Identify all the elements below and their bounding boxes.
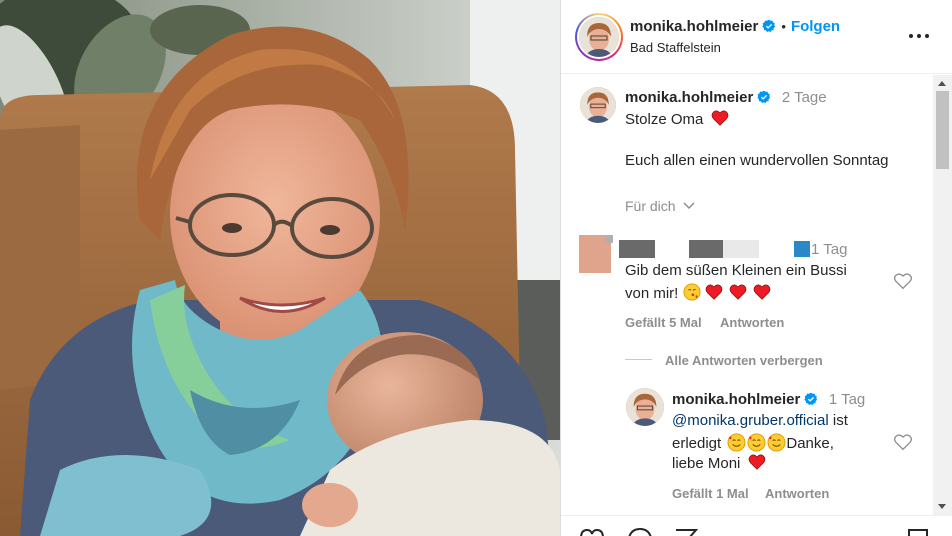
verified-badge-icon <box>762 19 776 32</box>
header-name-row: monika.hohlmeier • Folgen <box>630 18 840 36</box>
reply-reply-button[interactable]: Antworten <box>765 486 829 501</box>
scrollbar-thumb[interactable] <box>936 91 949 169</box>
more-options-icon[interactable] <box>907 26 931 46</box>
kissing-face-emoji-icon <box>682 283 701 301</box>
comment-likes[interactable]: Gefällt 5 Mal <box>625 315 702 330</box>
red-heart-icon <box>711 110 728 126</box>
caption-username[interactable]: monika.hohlmeier <box>625 89 753 106</box>
reply-username[interactable]: monika.hohlmeier <box>672 391 800 408</box>
caption-time[interactable]: 2 Tage <box>782 89 827 106</box>
comment-icon[interactable] <box>627 528 653 536</box>
header-username[interactable]: monika.hohlmeier <box>630 18 758 35</box>
share-icon[interactable] <box>673 528 699 536</box>
follow-button[interactable]: Folgen <box>791 18 840 35</box>
reply-header: monika.hohlmeier 1 Tag <box>672 391 865 409</box>
hide-replies-toggle[interactable]: Alle Antworten verbergen <box>665 353 823 368</box>
post-photo-illustration <box>0 0 560 536</box>
save-bookmark-icon[interactable] <box>907 528 929 536</box>
caption-line-1: Stolze Oma <box>625 110 729 128</box>
smiling-hearts-emoji-icon <box>727 433 746 452</box>
reply-time[interactable]: 1 Tag <box>829 391 865 408</box>
comments-scroll-area[interactable]: monika.hohlmeier 2 Tage Stolze Oma Euch … <box>561 75 933 515</box>
comment-text-line-2: von mir! <box>625 283 771 302</box>
story-ring[interactable] <box>575 13 623 61</box>
comment-reply-button[interactable]: Antworten <box>720 315 784 330</box>
verified-badge-icon <box>804 392 818 405</box>
reply-likes[interactable]: Gefällt 1 Mal <box>672 486 749 501</box>
translate-toggle[interactable]: Für dich <box>625 198 696 214</box>
caption-avatar[interactable] <box>580 87 616 123</box>
scroll-up-arrow-icon[interactable] <box>938 81 946 86</box>
reply-line-2: erledigt Danke, <box>672 433 834 452</box>
post-action-bar <box>561 515 952 536</box>
author-avatar[interactable] <box>579 17 619 57</box>
like-reply-heart-icon[interactable] <box>893 433 913 451</box>
post-photo[interactable] <box>0 0 560 536</box>
smiling-hearts-emoji-icon <box>747 433 766 452</box>
mention-link[interactable]: @monika.gruber.official <box>672 412 829 429</box>
caption-line-2: Euch allen einen wundervollen Sonntag <box>625 152 889 169</box>
post-side-panel: monika.hohlmeier • Folgen Bad Staffelstein… <box>560 0 952 536</box>
location-link[interactable]: Bad Staffelstein <box>630 40 721 55</box>
comments-scrollbar[interactable] <box>933 75 952 515</box>
comment-text-line-1: Gib dem süßen Kleinen ein Bussi <box>625 262 847 279</box>
reply-avatar[interactable] <box>626 388 664 426</box>
chevron-down-icon <box>683 202 695 210</box>
post-header: monika.hohlmeier • Folgen Bad Staffelstein <box>561 0 952 74</box>
commenter-name-redacted <box>619 240 655 258</box>
separator-dot: • <box>781 19 786 34</box>
comment-time[interactable]: 1 Tag <box>811 241 847 258</box>
scroll-down-arrow-icon[interactable] <box>938 504 946 509</box>
red-heart-icon <box>705 284 723 300</box>
smiling-hearts-emoji-icon <box>767 433 786 452</box>
like-comment-heart-icon[interactable] <box>893 272 913 290</box>
caption-header: monika.hohlmeier 2 Tage <box>625 89 827 107</box>
verified-badge-icon <box>757 90 771 103</box>
reply-line-1: @monika.gruber.official ist <box>672 412 848 429</box>
red-heart-icon <box>748 454 765 470</box>
replies-divider <box>625 359 652 360</box>
reply-line-3: liebe Moni <box>672 454 766 472</box>
red-heart-icon <box>729 284 747 300</box>
heart-icon[interactable] <box>579 528 605 536</box>
red-heart-icon <box>753 284 771 300</box>
